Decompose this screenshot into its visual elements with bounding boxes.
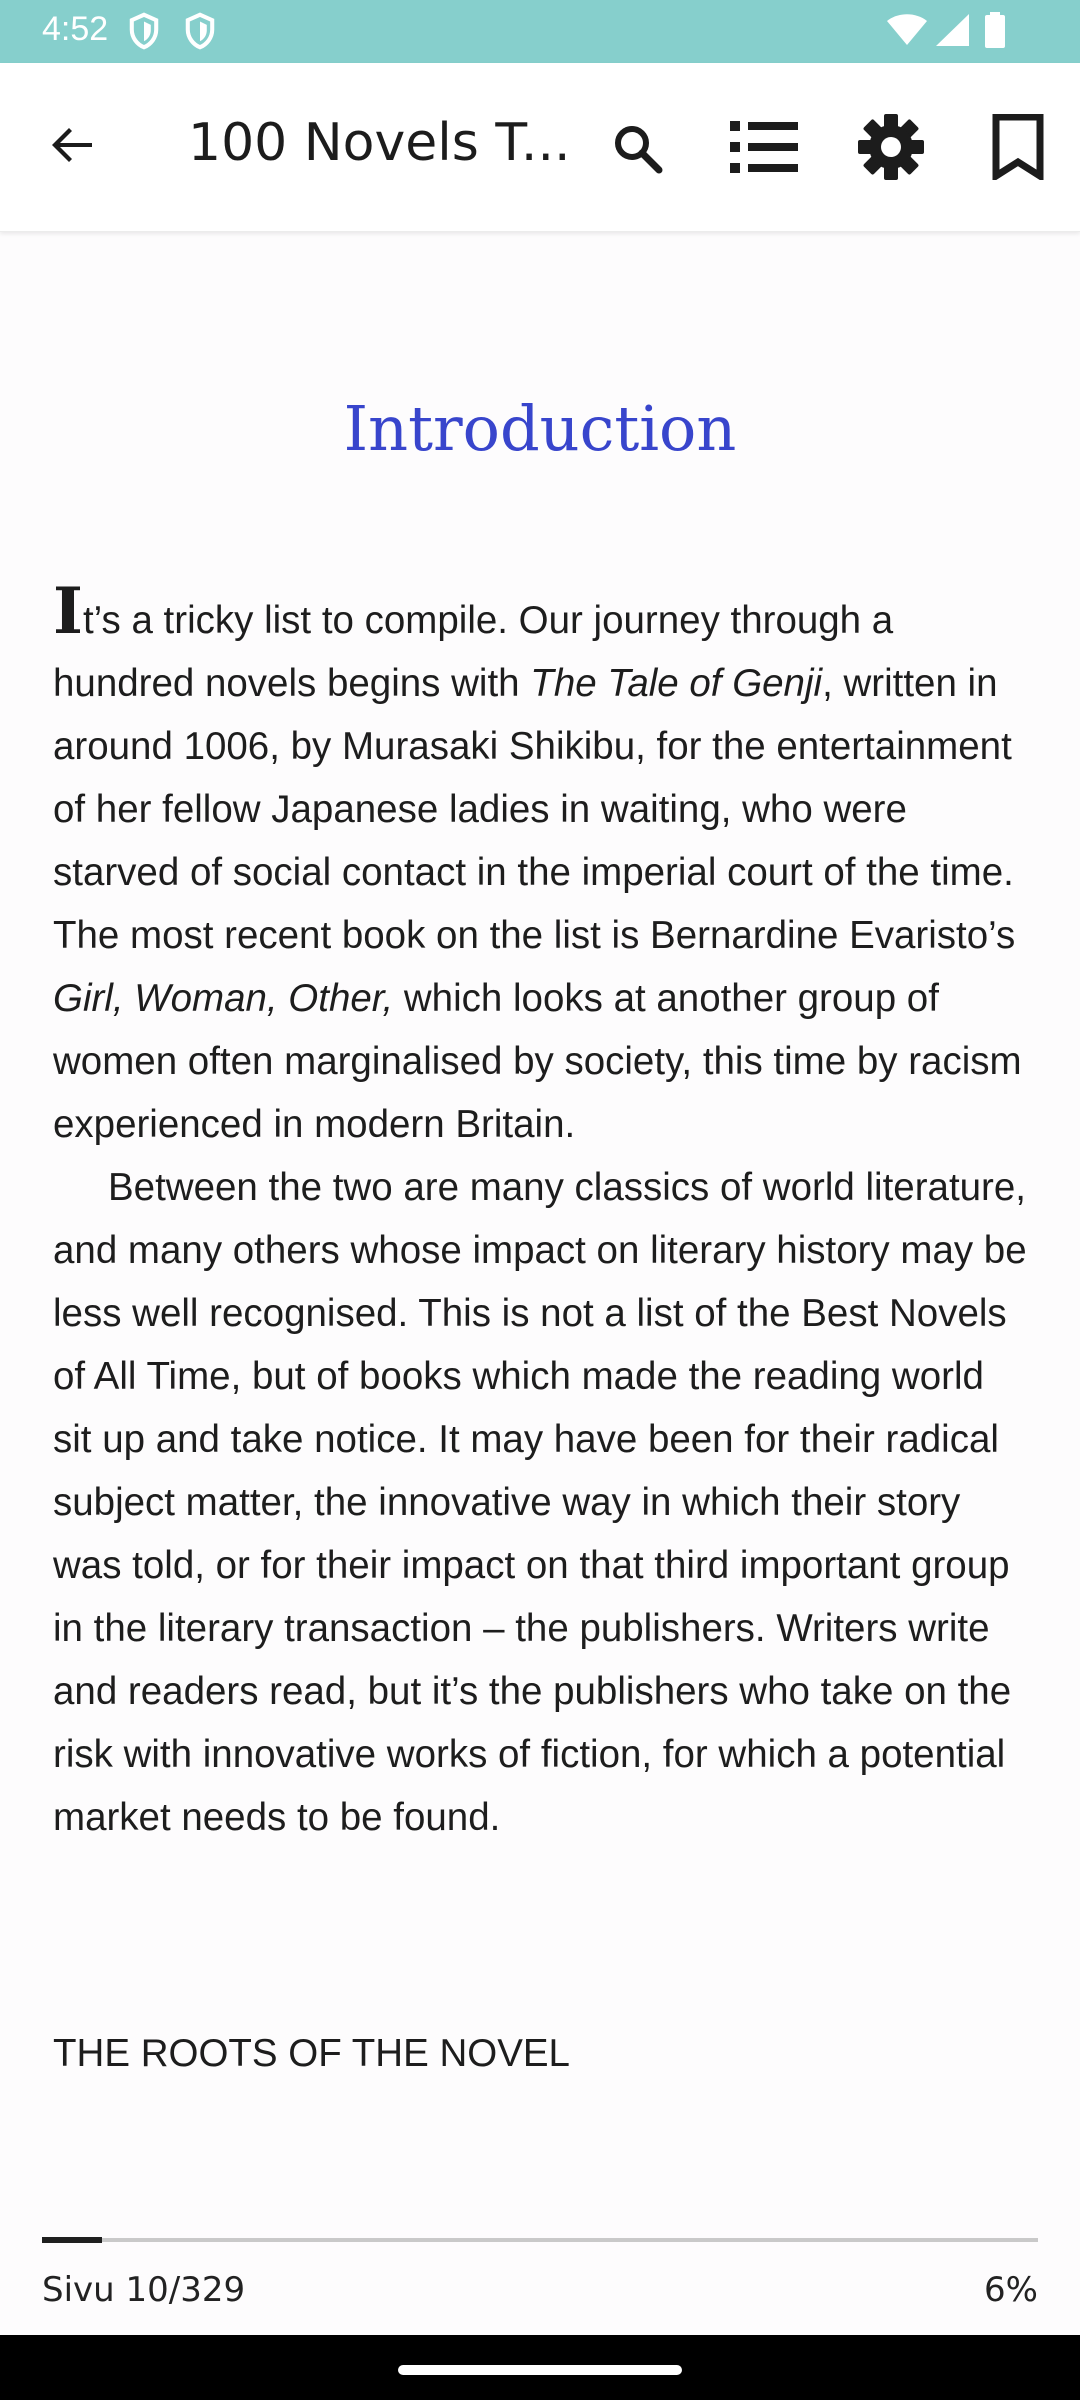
reading-progress-bar[interactable] [42, 2237, 1038, 2243]
bookmark-icon [992, 113, 1044, 184]
app-bar: 100 Novels T... [0, 63, 1080, 232]
paragraph-1: It’s a tricky list to compile. Our journ… [53, 580, 1033, 1156]
book-title-italic-girl-woman-other: Girl, Woman, Other, [53, 977, 394, 1020]
back-button[interactable] [24, 99, 120, 195]
wifi-icon [886, 14, 928, 50]
page-indicator: Sivu 10/329 [42, 2270, 246, 2310]
list-icon [730, 119, 798, 179]
status-bar: 4:52 [0, 0, 1080, 63]
section-heading: THE ROOTS OF THE NOVEL [53, 2032, 570, 2075]
navigation-bar [0, 2335, 1080, 2400]
chapter-body: It’s a tricky list to compile. Our journ… [53, 580, 1033, 1849]
table-of-contents-button[interactable] [716, 101, 812, 197]
settings-button[interactable] [843, 101, 939, 197]
gear-icon [856, 112, 926, 186]
progress-percent: 6% [984, 2270, 1038, 2310]
search-button[interactable] [590, 103, 686, 199]
book-title-italic-genji: The Tale of Genji [530, 662, 823, 705]
home-gesture-handle[interactable] [398, 2365, 682, 2375]
bookmark-button[interactable] [970, 101, 1066, 197]
paragraph-2: Between the two are many classics of wor… [53, 1166, 1027, 1839]
paragraph-1-text-b: , written in around 1006, by Murasaki Sh… [53, 662, 1016, 957]
back-arrow-icon [48, 121, 96, 173]
chapter-title: Introduction [343, 392, 737, 465]
search-icon [612, 123, 664, 179]
book-title: 100 Novels T... [188, 113, 571, 173]
shield-icon [183, 12, 217, 54]
reading-progress-fill [42, 2237, 102, 2243]
shield-icon [127, 12, 161, 54]
status-time: 4:52 [42, 10, 109, 48]
signal-icon [936, 14, 970, 50]
drop-cap: I [53, 574, 83, 649]
battery-icon [984, 12, 1006, 52]
